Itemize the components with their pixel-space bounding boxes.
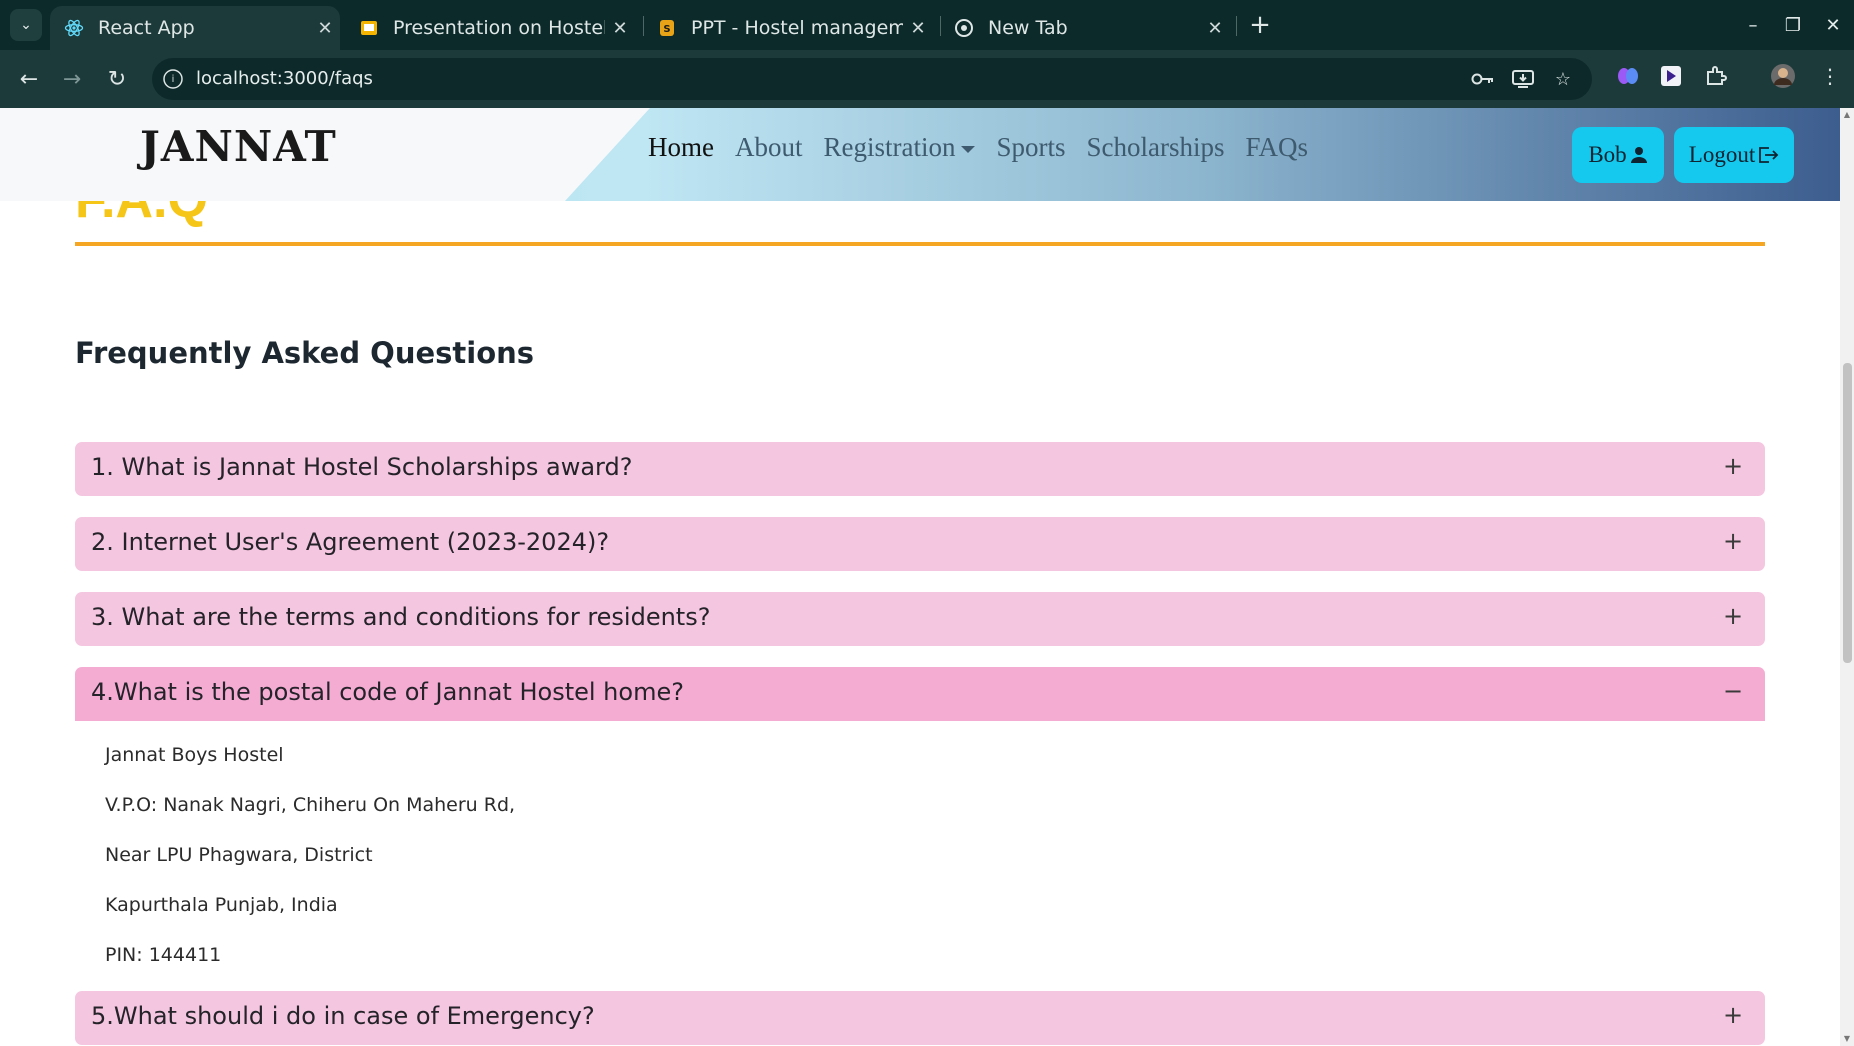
new-tab-plus-icon[interactable]: + <box>1245 10 1275 40</box>
extensions-puzzle-icon[interactable] <box>1702 62 1730 90</box>
close-tab-icon[interactable]: ✕ <box>1200 18 1230 39</box>
browser-toolbar: ← → ↻ i localhost:3000/faqs ☆ ⋮ <box>0 50 1854 108</box>
faq-answer-line: PIN: 144411 <box>105 944 222 966</box>
bookmark-star-icon[interactable]: ☆ <box>1550 66 1576 92</box>
close-window-icon[interactable]: ✕ <box>1818 10 1848 40</box>
faq-answer-line: Kapurthala Punjab, India <box>105 894 338 916</box>
browser-tab-presentation[interactable]: Presentation on Hostel Management ✕ <box>345 6 635 50</box>
nav-link-sports[interactable]: Sports <box>996 132 1065 163</box>
faq-item-1[interactable]: 1. What is Jannat Hostel Scholarships aw… <box>75 442 1765 496</box>
brand-panel-wedge <box>565 108 650 201</box>
reload-icon[interactable]: ↻ <box>102 64 132 94</box>
back-arrow-icon[interactable]: ← <box>14 64 44 94</box>
nav-link-home[interactable]: Home <box>648 132 714 163</box>
close-tab-icon[interactable]: ✕ <box>605 18 635 39</box>
collapse-minus-icon[interactable]: − <box>1723 677 1743 705</box>
close-tab-icon[interactable]: ✕ <box>903 18 933 39</box>
tab-label: New Tab <box>988 17 1068 39</box>
nav-dropdown-registration[interactable]: Registration <box>823 132 976 163</box>
url-text: localhost:3000/faqs <box>196 68 373 89</box>
extension-brain-icon[interactable] <box>1614 62 1642 90</box>
nav-link-registration-label: Registration <box>823 132 956 162</box>
logout-icon <box>1757 146 1779 164</box>
nav-link-about[interactable]: About <box>735 132 803 163</box>
more-menu-icon[interactable]: ⋮ <box>1816 62 1844 90</box>
browser-tab-ppt[interactable]: S PPT - Hostel management ✕ <box>643 6 933 50</box>
faq-answer-line: V.P.O: Nanak Nagri, Chiheru On Maheru Rd… <box>105 794 516 816</box>
address-bar[interactable]: i localhost:3000/faqs ☆ <box>152 58 1592 100</box>
browser-tab-strip: ⌄ React App ✕ Presentation on Hostel Man… <box>0 0 1854 50</box>
faq-item-2[interactable]: 2. Internet User's Agreement (2023-2024)… <box>75 517 1765 571</box>
faq-question: 2. Internet User's Agreement (2023-2024)… <box>91 528 610 556</box>
browser-tab-new-tab[interactable]: New Tab ✕ <box>940 6 1230 50</box>
svg-text:S: S <box>663 24 670 35</box>
faq-answer-line: Jannat Boys Hostel <box>105 744 284 766</box>
scroll-down-arrow-icon[interactable]: ▼ <box>1842 1034 1852 1044</box>
faq-question: 1. What is Jannat Hostel Scholarships aw… <box>91 453 633 481</box>
react-icon <box>64 18 84 38</box>
site-logo-text[interactable]: JANNAT <box>140 122 337 171</box>
faq-question: 4.What is the postal code of Jannat Host… <box>91 678 684 706</box>
faq-subheading: Frequently Asked Questions <box>75 336 535 370</box>
site-navbar: JANNAT Home About Registration Sports Sc… <box>0 108 1840 201</box>
forward-arrow-icon[interactable]: → <box>57 64 87 94</box>
expand-plus-icon[interactable]: + <box>1723 527 1743 555</box>
user-icon <box>1630 146 1648 164</box>
nav-link-faqs[interactable]: FAQs <box>1246 132 1309 163</box>
faq-question: 3. What are the terms and conditions for… <box>91 603 711 631</box>
expand-plus-icon[interactable]: + <box>1723 1001 1743 1029</box>
minimize-icon[interactable]: – <box>1738 10 1768 40</box>
expand-plus-icon[interactable]: + <box>1723 602 1743 630</box>
page-scrollbar[interactable]: ▲ ▼ <box>1840 108 1854 1046</box>
password-key-icon[interactable] <box>1470 66 1496 92</box>
caret-down-icon <box>961 146 976 154</box>
faq-item-3[interactable]: 3. What are the terms and conditions for… <box>75 592 1765 646</box>
profile-avatar-icon[interactable] <box>1769 62 1797 90</box>
faq-question: 5.What should i do in case of Emergency? <box>91 1002 595 1030</box>
slideshare-icon: S <box>657 18 677 38</box>
site-info-icon[interactable]: i <box>163 69 183 89</box>
faq-answer-line: Near LPU Phagwara, District <box>105 844 373 866</box>
slides-icon <box>359 18 379 38</box>
nav-link-scholarships[interactable]: Scholarships <box>1087 132 1225 163</box>
user-name-label: Bob <box>1588 142 1627 167</box>
logout-button[interactable]: Logout <box>1674 127 1794 183</box>
scrollbar-thumb[interactable] <box>1843 363 1852 663</box>
install-app-icon[interactable] <box>1510 66 1536 92</box>
tab-separator <box>1236 16 1237 36</box>
page-viewport: F.A.Q JANNAT Home About Registration Spo… <box>0 108 1840 1046</box>
browser-tab-react-app[interactable]: React App ✕ <box>50 6 340 50</box>
faq-item-4[interactable]: 4.What is the postal code of Jannat Host… <box>75 667 1765 721</box>
faq-item-5[interactable]: 5.What should i do in case of Emergency?… <box>75 991 1765 1045</box>
extension-play-icon[interactable] <box>1657 62 1685 90</box>
chrome-icon <box>954 18 974 38</box>
tab-label: PPT - Hostel management <box>691 17 903 39</box>
nav-links: Home About Registration Sports Scholarsh… <box>648 132 1329 163</box>
tab-search-chevron-icon[interactable]: ⌄ <box>10 9 42 41</box>
close-tab-icon[interactable]: ✕ <box>310 18 340 39</box>
tab-label: React App <box>98 17 195 39</box>
maximize-icon[interactable]: ❐ <box>1778 10 1808 40</box>
user-profile-button[interactable]: Bob <box>1572 127 1664 183</box>
tab-label: Presentation on Hostel Management <box>393 17 605 39</box>
heading-divider <box>75 242 1765 246</box>
expand-plus-icon[interactable]: + <box>1723 452 1743 480</box>
scroll-up-arrow-icon[interactable]: ▲ <box>1842 110 1852 120</box>
logout-label: Logout <box>1688 142 1756 167</box>
